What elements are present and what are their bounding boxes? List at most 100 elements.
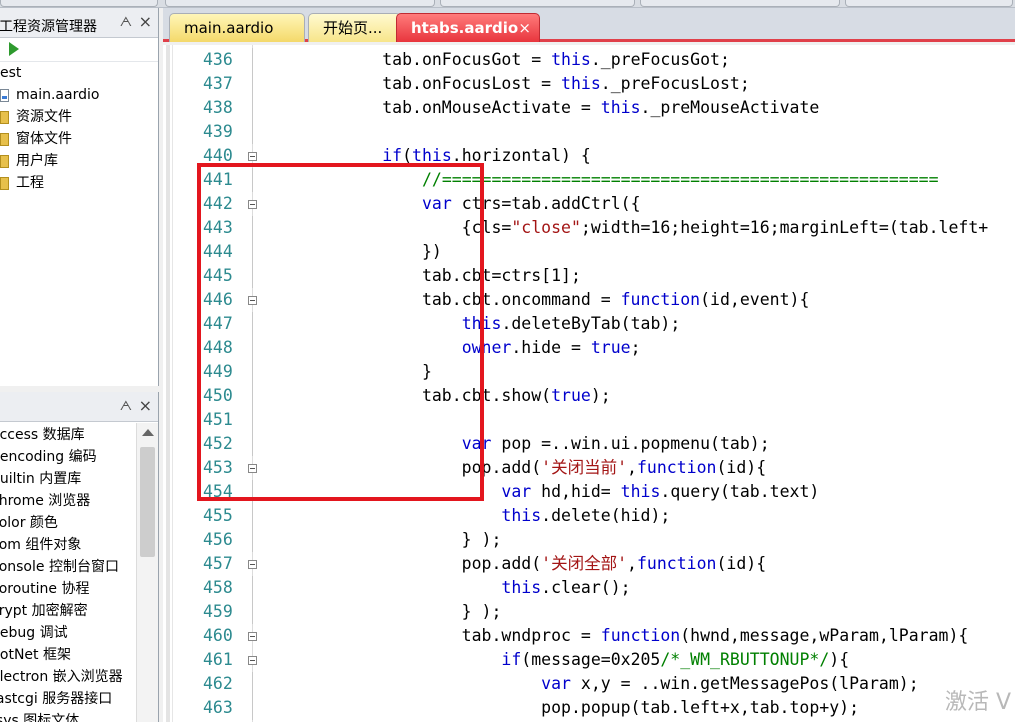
tab-start-page[interactable]: 开始页... [308,13,401,42]
line-number: 461 [203,650,233,669]
toolbar-group-2 [165,0,435,7]
code-line[interactable]: 436 tab.onFocusGot = this._preFocusGot; [163,48,1015,72]
tree-item-label: 用户库 [16,153,58,169]
toolbar-group-4 [640,0,840,7]
library-item[interactable]: debug 调试 [0,622,135,644]
pin-icon[interactable]: ᗅ [120,399,132,414]
library-item[interactable]: color 颜色 [0,512,135,534]
fold-line [252,504,253,528]
tree-item-label: main.aardio [16,87,100,103]
line-number: 458 [203,578,233,597]
code-text: pop.add('关闭全部',function(id){ [263,554,767,573]
tree-item-main-aardio[interactable]: main.aardio [0,84,158,106]
library-item[interactable]: fsys 图标文体 [0,710,135,722]
library-item[interactable]: dotNet 框架 [0,644,135,666]
library-item[interactable]: coroutine 协程 [0,578,135,600]
line-number: 462 [203,674,233,693]
fold-line [252,72,253,96]
tree-item-project[interactable]: 工程 [0,172,158,194]
library-item[interactable]: crypt 加密解密 [0,600,135,622]
code-line[interactable]: 461 if(message=0x205/*_WM_RBUTTONUP*/){ [163,648,1015,672]
line-number: 455 [203,506,233,525]
library-item[interactable]: pencoding 编码 [0,446,135,468]
library-item[interactable]: console 控制台窗口 [0,556,135,578]
code-line[interactable]: 437 tab.onFocusLost = this._preFocusLost… [163,72,1015,96]
pin-icon[interactable]: ᗅ [120,15,132,30]
scroll-up-icon[interactable] [142,429,154,436]
fold-line [252,696,253,720]
tab-htabs-aardio[interactable]: htabs.aardio × [396,13,540,42]
project-toolbar [0,38,158,62]
close-icon[interactable]: × [139,396,152,415]
editor-tabbar: main.aardio 开始页... htabs.aardio × [163,8,1015,42]
code-text: if(message=0x205/*_WM_RBUTTONUP*/){ [501,650,850,669]
fold-toggle-icon[interactable] [248,560,257,569]
toolbar-group-5 [845,0,1013,7]
code-line[interactable]: 458 this.clear(); [163,576,1015,600]
code-line[interactable]: 438 tab.onMouseActivate = this._preMouse… [163,96,1015,120]
tree-item-label: 工程 [16,175,44,191]
library-item[interactable]: com 组件对象 [0,534,135,556]
tree-item-resources[interactable]: 资源文件 [0,106,158,128]
line-number: 459 [203,602,233,621]
fold-toggle-icon[interactable] [248,152,257,161]
code-text: pop.popup(tab.left+x,tab.top+y); [263,698,860,717]
library-item[interactable]: fastcgi 服务器接口 [0,688,135,710]
code-text: tab.onMouseActivate = this._preMouseActi… [263,98,820,117]
library-list: access 数据库 pencoding 编码 builtin 内置库 chrome … [0,424,135,722]
library-item[interactable]: builtin 内置库 [0,468,135,490]
fold-toggle-icon[interactable] [248,656,257,665]
scroll-thumb[interactable] [140,447,155,557]
tab-main-aardio[interactable]: main.aardio [169,13,305,42]
tree-item-root[interactable]: est [0,62,158,84]
code-text: } ); [263,602,502,621]
run-icon[interactable] [9,42,19,56]
tree-item-label: 窗体文件 [16,131,72,147]
code-line[interactable]: 459 } ); [163,600,1015,624]
code-text: this.delete(hid); [501,506,671,525]
tab-label: 开始页... [323,19,383,37]
code-line[interactable]: 460 tab.wndproc = function(hwnd,message,… [163,624,1015,648]
close-icon[interactable]: × [139,12,152,31]
tab-label: htabs.aardio [411,19,519,37]
code-text: tab.onFocusLost = this._preFocusLost; [263,74,750,93]
fold-line [252,672,253,696]
fold-line [252,528,253,552]
library-titlebar: ᗅ × [0,392,158,422]
line-number: 438 [203,98,233,117]
code-line[interactable]: 457 pop.add('关闭全部',function(id){ [163,552,1015,576]
tree-item-label: 资源文件 [16,109,72,125]
code-line[interactable]: 462 var x,y = ..win.getMessagePos(lParam… [163,672,1015,696]
tab-label: main.aardio [184,19,274,37]
fold-line [252,48,253,72]
library-panel: ᗅ × access 数据库 pencoding 编码 builtin 内置库 chr… [0,392,159,722]
line-number: 460 [203,626,233,645]
library-item[interactable]: electron 嵌入浏览器 [0,666,135,688]
highlight-annotation-box [197,163,484,501]
activation-watermark: 激活 V [945,690,1012,715]
tree-item-label: est [0,65,22,81]
fold-line [252,96,253,120]
library-scrollbar[interactable] [136,423,158,722]
code-line[interactable]: 439 [163,120,1015,144]
library-item[interactable]: access 数据库 [0,424,135,446]
fold-line [252,120,253,144]
folder-icon [0,155,9,168]
code-line[interactable]: 456 } ); [163,528,1015,552]
code-line[interactable]: 455 this.delete(hid); [163,504,1015,528]
fold-line [252,576,253,600]
file-icon [0,89,9,102]
code-line[interactable]: 463 pop.popup(tab.left+x,tab.top+y); [163,696,1015,720]
fold-toggle-icon[interactable] [248,632,257,641]
project-explorer-titlebar: 工程资源管理器 ᗅ × [0,8,158,38]
folder-icon [0,177,9,190]
project-explorer-panel: 工程资源管理器 ᗅ × est main.aardio 资源文件 窗体文件 用户… [0,8,159,386]
tree-item-forms[interactable]: 窗体文件 [0,128,158,150]
code-text: tab.wndproc = function(hwnd,message,wPar… [263,626,969,645]
tree-item-user-lib[interactable]: 用户库 [0,150,158,172]
tab-close-icon[interactable]: × [518,14,531,42]
library-item[interactable]: chrome 浏览器 [0,490,135,512]
line-number: 439 [203,122,233,141]
line-number: 436 [203,50,233,69]
line-number: 437 [203,74,233,93]
